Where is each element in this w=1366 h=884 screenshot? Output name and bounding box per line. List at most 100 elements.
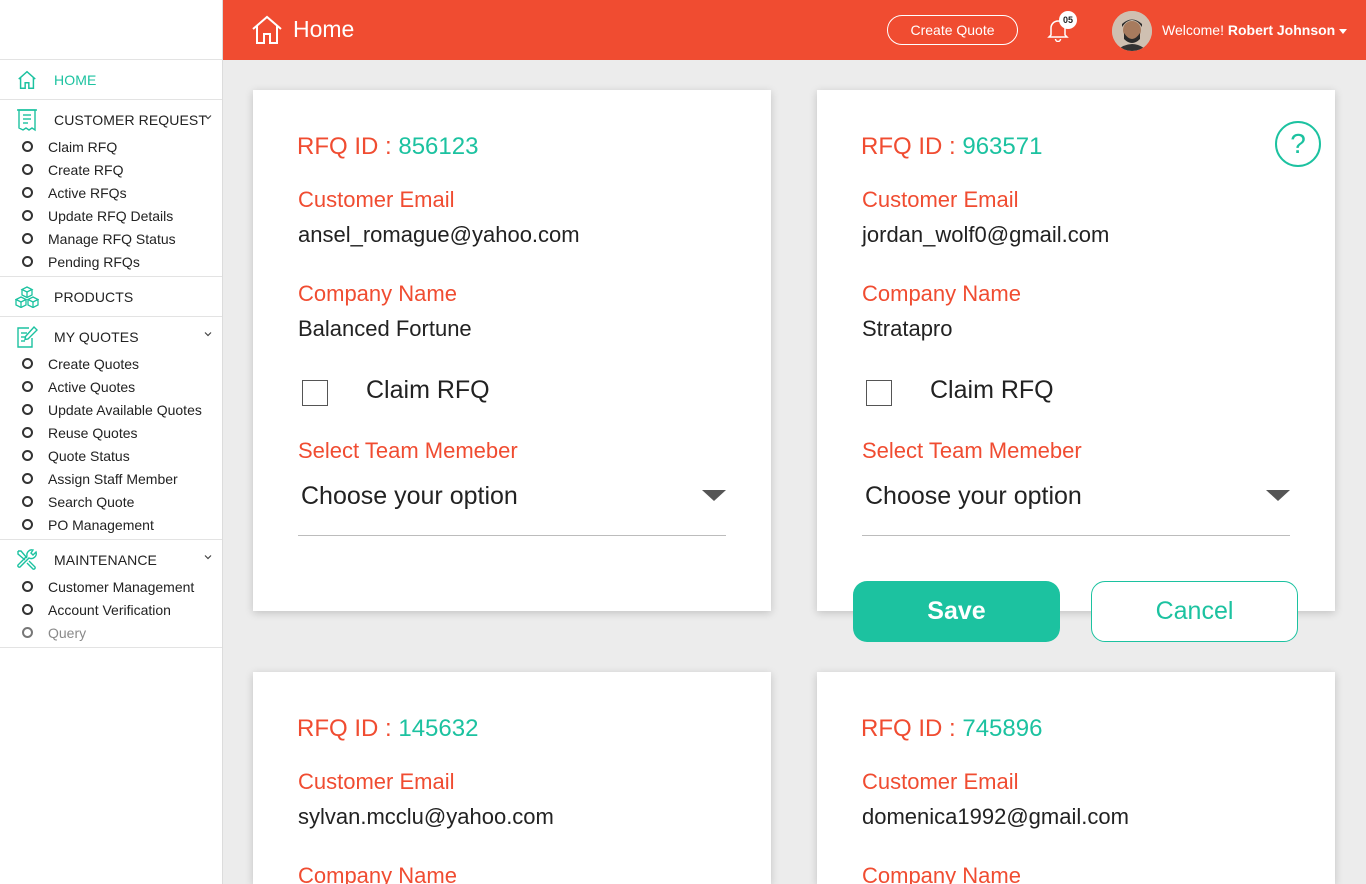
select-value: Choose your option xyxy=(865,482,1082,510)
chevron-down-icon xyxy=(204,555,212,560)
team-member-select[interactable]: Choose your option xyxy=(298,470,726,536)
dropdown-arrow-icon xyxy=(1266,490,1290,501)
cancel-button[interactable]: Cancel xyxy=(1091,581,1298,642)
sidebar-item-label: Update RFQ Details xyxy=(48,207,174,224)
rfq-card: RFQ ID : 856123 Customer Email ansel_rom… xyxy=(253,90,771,611)
user-menu[interactable]: Welcome! Robert Johnson xyxy=(1162,22,1348,38)
nav-home[interactable]: HOME xyxy=(0,60,222,99)
sidebar-item-label: Account Verification xyxy=(48,601,171,618)
rfq-id-heading: RFQ ID : 745896 xyxy=(861,715,1042,743)
rfq-card: RFQ ID : 745896 Customer Email domenica1… xyxy=(817,672,1335,884)
sidebar-item-reuse-quotes[interactable]: Reuse Quotes xyxy=(0,421,222,444)
sidebar-item-assign-staff-member[interactable]: Assign Staff Member xyxy=(0,467,222,490)
dropdown-arrow-icon xyxy=(702,490,726,501)
rfq-id-value: 856123 xyxy=(398,133,479,160)
bullet-icon xyxy=(22,358,33,369)
nav-section-maintenance: MAINTENANCE Customer Management Account … xyxy=(0,540,222,648)
sidebar-item-label: Quote Status xyxy=(48,447,130,464)
rfq-id-value: 963571 xyxy=(962,133,1043,160)
create-quote-button[interactable]: Create Quote xyxy=(887,15,1018,45)
nav-products[interactable]: PRODUCTS xyxy=(0,277,222,316)
help-icon[interactable]: ? xyxy=(1275,121,1321,167)
sidebar-item-pending-rfqs[interactable]: Pending RFQs xyxy=(0,250,222,273)
user-name: Robert Johnson xyxy=(1227,22,1336,38)
sidebar-item-label: Create Quotes xyxy=(48,355,140,372)
bullet-icon xyxy=(22,256,33,267)
bullet-icon xyxy=(22,404,33,415)
sidebar-item-label: Create RFQ xyxy=(48,161,124,178)
sidebar-item-label: Manage RFQ Status xyxy=(48,230,176,247)
sidebar-item-quote-status[interactable]: Quote Status xyxy=(0,444,222,467)
sidebar-logo-area xyxy=(0,0,222,60)
sidebar-item-label: Active Quotes xyxy=(48,378,136,395)
rfq-id-heading: RFQ ID : 856123 xyxy=(297,133,478,161)
customer-email-value: ansel_romague@yahoo.com xyxy=(298,222,580,247)
tools-icon xyxy=(14,547,40,573)
caret-down-icon xyxy=(1339,28,1348,34)
maintenance-submenu: Customer Management Account Verification… xyxy=(0,575,222,647)
sidebar-item-update-rfq-details[interactable]: Update RFQ Details xyxy=(0,204,222,227)
top-bar: Home Create Quote 05 Welcome! Robert Joh… xyxy=(223,0,1366,60)
sidebar-item-search-quote[interactable]: Search Quote xyxy=(0,490,222,513)
sidebar-item-create-rfq[interactable]: Create RFQ xyxy=(0,158,222,181)
nav-maintenance[interactable]: MAINTENANCE xyxy=(0,540,222,579)
sidebar: HOME CUSTOMER REQUEST Claim RFQ Create R… xyxy=(0,0,223,884)
bullet-icon xyxy=(22,519,33,530)
home-icon xyxy=(14,67,40,93)
claim-rfq-label: Claim RFQ xyxy=(366,376,490,404)
bullet-icon xyxy=(22,233,33,244)
rfq-id-label: RFQ ID : xyxy=(297,715,399,742)
sidebar-item-label: Customer Management xyxy=(48,578,195,595)
customer-email-value: sylvan.mcclu@yahoo.com xyxy=(298,804,554,829)
claim-rfq-checkbox[interactable] xyxy=(866,380,892,406)
customer-request-submenu: Claim RFQ Create RFQ Active RFQs Update … xyxy=(0,135,222,276)
company-name-label: Company Name xyxy=(862,281,1021,306)
rfq-id-value: 145632 xyxy=(398,715,479,742)
sidebar-item-manage-rfq-status[interactable]: Manage RFQ Status xyxy=(0,227,222,250)
sidebar-item-update-available-quotes[interactable]: Update Available Quotes xyxy=(0,398,222,421)
sidebar-item-label: Reuse Quotes xyxy=(48,424,138,441)
team-member-label: Select Team Memeber xyxy=(862,438,1082,463)
rfq-id-label: RFQ ID : xyxy=(861,715,963,742)
bullet-icon xyxy=(22,450,33,461)
rfq-card: RFQ ID : 963571 ? Customer Email jordan_… xyxy=(817,90,1335,611)
nav-section-products: PRODUCTS xyxy=(0,277,222,317)
nav-my-quotes[interactable]: MY QUOTES xyxy=(0,317,222,356)
save-button[interactable]: Save xyxy=(853,581,1060,642)
notification-badge: 05 xyxy=(1059,11,1077,29)
sidebar-item-label: Claim RFQ xyxy=(48,138,118,155)
receipt-icon xyxy=(14,107,40,133)
sidebar-item-active-quotes[interactable]: Active Quotes xyxy=(0,375,222,398)
rfq-id-label: RFQ ID : xyxy=(297,133,399,160)
avatar[interactable] xyxy=(1112,11,1152,51)
select-value: Choose your option xyxy=(301,482,518,510)
home-icon[interactable] xyxy=(251,15,283,45)
nav-home-label: HOME xyxy=(54,71,97,88)
bullet-icon xyxy=(22,627,33,638)
sidebar-item-label: Query xyxy=(48,624,87,641)
nav-products-label: PRODUCTS xyxy=(54,288,134,305)
bullet-icon xyxy=(22,473,33,484)
nav-section-my-quotes: MY QUOTES Create Quotes Active Quotes Up… xyxy=(0,317,222,540)
edit-document-icon xyxy=(14,324,40,350)
bullet-icon xyxy=(22,604,33,615)
sidebar-item-account-verification[interactable]: Account Verification xyxy=(0,598,222,621)
team-member-select[interactable]: Choose your option xyxy=(862,470,1290,536)
sidebar-item-po-management[interactable]: PO Management xyxy=(0,513,222,536)
rfq-id-label: RFQ ID : xyxy=(861,133,963,160)
sidebar-item-label: Active RFQs xyxy=(48,184,127,201)
claim-rfq-checkbox[interactable] xyxy=(302,380,328,406)
company-name-value: Balanced Fortune xyxy=(298,316,472,341)
sidebar-item-active-rfqs[interactable]: Active RFQs xyxy=(0,181,222,204)
bullet-icon xyxy=(22,141,33,152)
nav-customer-request[interactable]: CUSTOMER REQUEST xyxy=(0,100,222,139)
welcome-prefix: Welcome! xyxy=(1162,22,1224,38)
customer-email-label: Customer Email xyxy=(298,187,455,212)
page-title: Home xyxy=(293,16,355,42)
sidebar-item-label: Update Available Quotes xyxy=(48,401,202,418)
bullet-icon xyxy=(22,581,33,592)
company-name-value: Stratapro xyxy=(862,316,953,341)
sidebar-item-query[interactable]: Query xyxy=(0,621,222,644)
chevron-down-icon xyxy=(204,332,212,337)
sidebar-item-label: PO Management xyxy=(48,516,154,533)
